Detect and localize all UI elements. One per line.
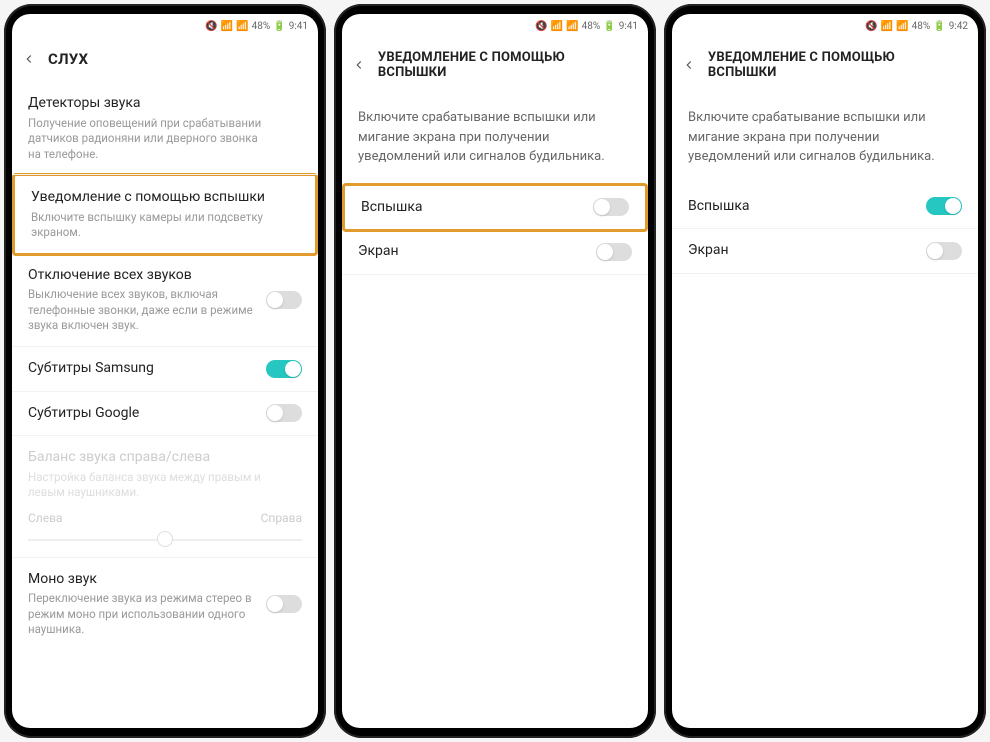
phone-frame-1: 🔇 📶 📶 48% 🔋 9:41 СЛУХ Детекторы звука По… (4, 4, 326, 738)
status-bar: 🔇 📶 📶 48% 🔋 9:42 (672, 14, 978, 36)
item-screen[interactable]: Экран (672, 229, 978, 274)
back-button[interactable] (350, 56, 368, 74)
phone-screen-1: 🔇 📶 📶 48% 🔋 9:41 СЛУХ Детекторы звука По… (12, 14, 318, 728)
app-bar: УВЕДОМЛЕНИЕ С ПОМОЩЬЮ ВСПЫШКИ (672, 36, 978, 94)
mute-icon: 🔇 (205, 21, 217, 32)
clock-text: 9:41 (289, 21, 308, 32)
item-title: Детекторы звука (28, 94, 302, 114)
signal-icon: 📶 (881, 21, 893, 32)
settings-list: Включите срабатывание вспышки или мигани… (672, 94, 978, 728)
balance-left-label: Слева (28, 511, 63, 525)
back-button[interactable] (20, 50, 38, 68)
balance-right-label: Справа (261, 511, 302, 525)
clock-text: 9:41 (619, 21, 638, 32)
item-samsung-subtitles[interactable]: Субтитры Samsung (12, 347, 318, 392)
toggle-flash[interactable] (926, 197, 962, 215)
item-flash[interactable]: Вспышка (345, 186, 645, 230)
battery-icon: 🔋 (273, 21, 285, 32)
item-title: Уведомление с помощью вспышки (31, 188, 299, 208)
wifi-icon: 📶 (236, 21, 248, 32)
slider-thumb (157, 531, 173, 547)
item-title: Субтитры Google (28, 404, 266, 424)
toggle-flash[interactable] (593, 198, 629, 216)
battery-text: 48% (252, 21, 271, 32)
signal-icon: 📶 (221, 21, 233, 32)
item-screen[interactable]: Экран (342, 230, 648, 275)
toggle-mute-all[interactable] (266, 291, 302, 309)
item-desc: Переключение звука из режима стерео в ре… (28, 591, 266, 638)
status-bar: 🔇 📶 📶 48% 🔋 9:41 (342, 14, 648, 36)
signal-icon: 📶 (551, 21, 563, 32)
item-mono-sound[interactable]: Моно звук Переключение звука из режима с… (12, 558, 318, 650)
toggle-samsung-subtitles[interactable] (266, 360, 302, 378)
item-title: Моно звук (28, 570, 266, 590)
toggle-screen[interactable] (596, 243, 632, 261)
phone-screen-3: 🔇 📶 📶 48% 🔋 9:42 УВЕДОМЛЕНИЕ С ПОМОЩЬЮ В… (672, 14, 978, 728)
highlight-box: Уведомление с помощью вспышки Включите в… (12, 173, 318, 256)
toggle-google-subtitles[interactable] (266, 404, 302, 422)
item-desc: Выключение всех звуков, включая телефонн… (28, 287, 266, 334)
intro-text: Включите срабатывание вспышки или мигани… (672, 94, 978, 185)
item-title: Вспышка (688, 197, 926, 217)
battery-icon: 🔋 (933, 21, 945, 32)
toggle-mono[interactable] (266, 595, 302, 613)
phone-frame-2: 🔇 📶 📶 48% 🔋 9:41 УВЕДОМЛЕНИЕ С ПОМОЩЬЮ В… (334, 4, 656, 738)
item-flash[interactable]: Вспышка (672, 185, 978, 230)
mute-icon: 🔇 (535, 21, 547, 32)
chevron-left-icon (352, 58, 366, 72)
app-bar: СЛУХ (12, 36, 318, 82)
item-title: Вспышка (361, 198, 593, 218)
settings-list: Детекторы звука Получение оповещений при… (12, 82, 318, 728)
app-bar: УВЕДОМЛЕНИЕ С ПОМОЩЬЮ ВСПЫШКИ (342, 36, 648, 94)
battery-text: 48% (912, 21, 931, 32)
back-button[interactable] (680, 56, 698, 74)
page-title: СЛУХ (48, 50, 88, 68)
settings-list: Включите срабатывание вспышки или мигани… (342, 94, 648, 728)
item-title: Баланс звука справа/слева (28, 448, 302, 468)
wifi-icon: 📶 (566, 21, 578, 32)
balance-labels: Слева Справа (12, 505, 318, 525)
item-desc: Включите вспышку камеры или подсветку эк… (31, 210, 271, 241)
phone-screen-2: 🔇 📶 📶 48% 🔋 9:41 УВЕДОМЛЕНИЕ С ПОМОЩЬЮ В… (342, 14, 648, 728)
intro-text: Включите срабатывание вспышки или мигани… (342, 94, 648, 185)
battery-icon: 🔋 (603, 21, 615, 32)
battery-text: 48% (582, 21, 601, 32)
clock-text: 9:42 (949, 21, 968, 32)
item-title: Субтитры Samsung (28, 359, 266, 379)
toggle-screen[interactable] (926, 242, 962, 260)
mute-icon: 🔇 (865, 21, 877, 32)
page-title: УВЕДОМЛЕНИЕ С ПОМОЩЬЮ ВСПЫШКИ (708, 50, 966, 80)
item-desc: Настройка баланса звука между правым и л… (28, 470, 268, 501)
item-title: Экран (688, 241, 926, 261)
phone-frame-3: 🔇 📶 📶 48% 🔋 9:42 УВЕДОМЛЕНИЕ С ПОМОЩЬЮ В… (664, 4, 986, 738)
status-bar: 🔇 📶 📶 48% 🔋 9:41 (12, 14, 318, 36)
chevron-left-icon (682, 58, 696, 72)
highlight-box: Вспышка (342, 183, 648, 233)
item-title: Экран (358, 242, 596, 262)
balance-slider (28, 529, 302, 549)
item-mute-all[interactable]: Отключение всех звуков Выключение всех з… (12, 254, 318, 347)
wifi-icon: 📶 (896, 21, 908, 32)
item-sound-balance: Баланс звука справа/слева Настройка бала… (12, 436, 318, 505)
chevron-left-icon (22, 52, 36, 66)
page-title: УВЕДОМЛЕНИЕ С ПОМОЩЬЮ ВСПЫШКИ (378, 50, 636, 80)
item-desc: Получение оповещений при срабатывании да… (28, 116, 268, 163)
item-flash-notification[interactable]: Уведомление с помощью вспышки Включите в… (15, 176, 315, 253)
item-google-subtitles[interactable]: Субтитры Google (12, 392, 318, 437)
item-sound-detectors[interactable]: Детекторы звука Получение оповещений при… (12, 82, 318, 175)
item-title: Отключение всех звуков (28, 266, 266, 286)
